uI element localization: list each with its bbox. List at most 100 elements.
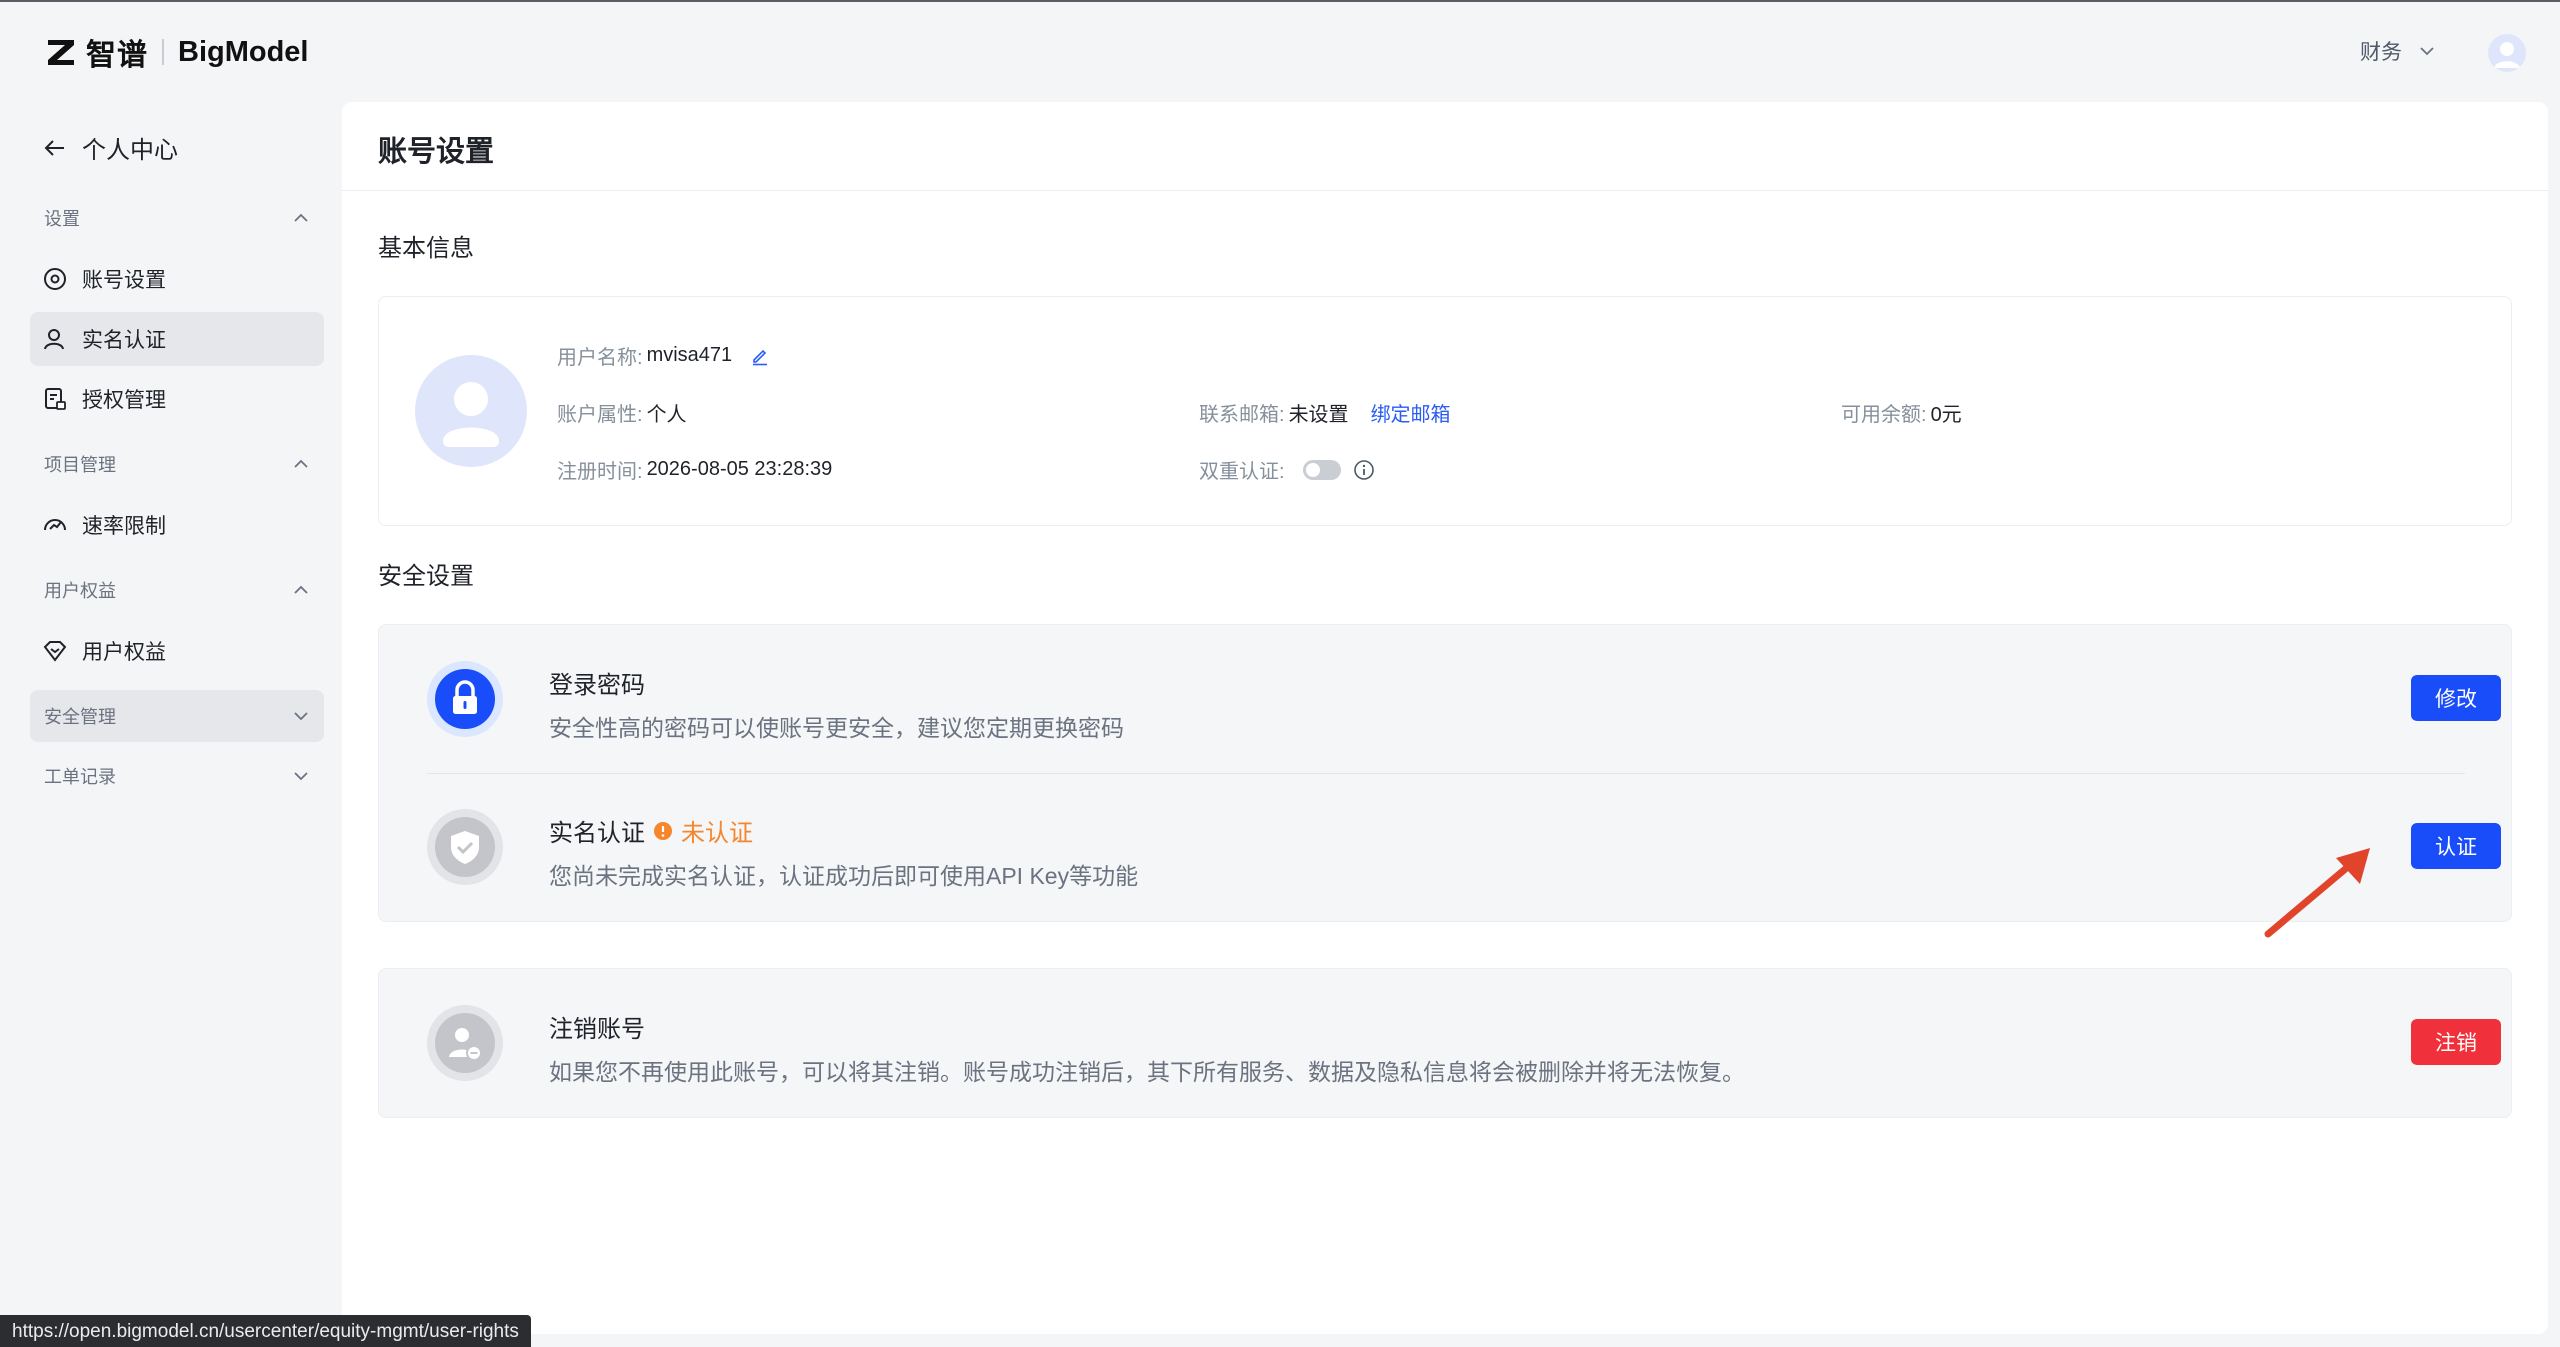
user-remove-icon — [435, 1013, 495, 1073]
register-time-field: 注册时间: 2026-08-05 23:28:39 — [557, 455, 832, 484]
section-ticket-label: 工单记录 — [44, 767, 116, 787]
bind-email-link[interactable]: 绑定邮箱 — [1371, 398, 1451, 427]
realname-title: 实名认证 未认证 — [549, 813, 753, 848]
page-title: 账号设置 — [378, 136, 495, 168]
account-type-value: 个人 — [646, 404, 687, 426]
document-lock-icon — [45, 388, 66, 410]
email-value: 未设置 — [1288, 404, 1349, 426]
password-title: 登录密码 — [549, 672, 645, 699]
chevron-down-icon — [2420, 47, 2434, 56]
section-user-rights-label: 用户权益 — [44, 581, 116, 601]
password-desc: 安全性高的密码可以使账号更安全，建议您定期更换密码 — [549, 715, 1124, 741]
sidebar: 个人中心 设置 账号设置 实名认证 授权管理 项目管理 速率限制 用户权益 用户… — [0, 102, 340, 1347]
main-panel: 账号设置 基本信息 用户名称: mvisa471 账户属性: 个人 注册时间: … — [342, 102, 2548, 1334]
edit-icon[interactable] — [750, 346, 770, 366]
info-icon[interactable] — [1353, 459, 1375, 481]
username-field: 用户名称: mvisa471 — [557, 341, 770, 370]
username-label: 用户名称: — [557, 347, 643, 369]
realname-title-text: 实名认证 — [549, 820, 645, 847]
user-avatar[interactable] — [2488, 34, 2526, 72]
verify-button[interactable]: 认证 — [2411, 823, 2501, 869]
sidebar-item-label: 授权管理 — [82, 389, 166, 412]
twofa-field: 双重认证: — [1199, 455, 1375, 484]
cancel-account-desc: 如果您不再使用此账号，可以将其注销。账号成功注销后，其下所有服务、数据及隐私信息… — [549, 1059, 1745, 1085]
section-project-management[interactable]: 项目管理 — [30, 438, 324, 490]
chevron-up-icon — [294, 459, 308, 468]
chevron-down-icon — [294, 772, 308, 781]
cancel-account-button[interactable]: 注销 — [2411, 1019, 2501, 1065]
sidebar-item-realname[interactable]: 实名认证 — [30, 312, 324, 366]
register-time-value: 2026-08-05 23:28:39 — [646, 458, 833, 480]
title-divider — [342, 190, 2548, 191]
diamond-icon — [43, 641, 67, 662]
user-remove-icon-wrap — [427, 1005, 503, 1081]
brand-divider — [162, 39, 164, 65]
twofa-toggle[interactable] — [1302, 459, 1341, 480]
cancel-account-title: 注销账号 — [549, 1016, 645, 1043]
back-label: 个人中心 — [82, 137, 178, 164]
basic-info-card: 用户名称: mvisa471 账户属性: 个人 注册时间: 2026-08-05… — [378, 296, 2512, 526]
basic-info-title: 基本信息 — [378, 235, 474, 262]
sidebar-item-authorization[interactable]: 授权管理 — [30, 372, 324, 426]
arrow-left-icon — [44, 139, 64, 156]
back-to-personal-center[interactable]: 个人中心 — [42, 130, 178, 165]
cancel-account-card: 注销账号 如果您不再使用此账号，可以将其注销。账号成功注销后，其下所有服务、数据… — [378, 968, 2512, 1118]
register-time-label: 注册时间: — [557, 461, 643, 483]
brand-name-en: BigModel — [178, 35, 309, 68]
shield-check-icon — [435, 817, 495, 877]
password-row: 登录密码 安全性高的密码可以使账号更安全，建议您定期更换密码 修改 — [379, 625, 2511, 773]
user-avatar-icon — [443, 382, 499, 447]
section-user-rights[interactable]: 用户权益 — [30, 564, 324, 616]
email-label: 联系邮箱: — [1199, 404, 1285, 426]
chevron-up-icon — [294, 585, 308, 594]
account-type-label: 账户属性: — [557, 404, 643, 426]
email-field: 联系邮箱: 未设置 绑定邮箱 — [1199, 398, 1451, 427]
username-value: mvisa471 — [646, 344, 733, 366]
realname-desc: 您尚未完成实名认证，认证成功后即可使用API Key等功能 — [549, 863, 1139, 889]
brand-logo[interactable]: 智谱 BigModel — [46, 32, 309, 72]
account-type-field: 账户属性: 个人 — [557, 398, 687, 427]
status-bar-url: https://open.bigmodel.cn/usercenter/equi… — [0, 1315, 531, 1347]
speedometer-icon — [44, 519, 66, 531]
sidebar-item-label: 用户权益 — [82, 641, 166, 664]
realname-row: 实名认证 未认证 您尚未完成实名认证，认证成功后即可使用API Key等功能 认… — [379, 773, 2511, 921]
sidebar-item-label: 速率限制 — [82, 515, 166, 538]
realname-status-badge: 未认证 — [653, 813, 753, 848]
section-settings-label: 设置 — [44, 209, 80, 229]
sidebar-item-label: 实名认证 — [82, 329, 166, 352]
section-security-management[interactable]: 安全管理 — [30, 690, 324, 742]
sidebar-item-label: 账号设置 — [82, 269, 166, 292]
balance-label: 可用余额: — [1841, 404, 1927, 426]
security-settings-title: 安全设置 — [378, 563, 474, 590]
warning-icon — [654, 821, 672, 840]
finance-menu[interactable]: 财务 — [2360, 36, 2436, 66]
cancel-account-row: 注销账号 如果您不再使用此账号，可以将其注销。账号成功注销后，其下所有服务、数据… — [379, 969, 2511, 1117]
section-settings[interactable]: 设置 — [30, 192, 324, 244]
finance-menu-label: 财务 — [2360, 41, 2402, 64]
top-bar: 智谱 BigModel 财务 — [0, 2, 2560, 102]
lock-icon — [435, 669, 495, 729]
user-avatar-icon — [2494, 42, 2520, 68]
shield-icon-wrap — [427, 809, 503, 885]
brand-name-cn: 智谱 — [86, 39, 148, 72]
sidebar-item-account-settings[interactable]: 账号设置 — [30, 252, 324, 306]
realname-status-text: 未认证 — [681, 820, 753, 847]
sidebar-item-rate-limit[interactable]: 速率限制 — [30, 498, 324, 552]
section-project-label: 项目管理 — [44, 455, 116, 475]
twofa-label: 双重认证: — [1199, 461, 1285, 483]
profile-avatar — [415, 355, 527, 467]
balance-value: 0元 — [1930, 404, 1962, 426]
annotation-arrow-icon — [2264, 848, 2370, 938]
section-security-label: 安全管理 — [44, 707, 116, 727]
security-settings-card: 登录密码 安全性高的密码可以使账号更安全，建议您定期更换密码 修改 实名认证 未… — [378, 624, 2512, 922]
user-icon — [44, 329, 64, 350]
lock-icon-wrap — [427, 661, 503, 737]
chevron-down-icon — [294, 712, 308, 721]
chevron-up-icon — [294, 213, 308, 222]
section-ticket-records[interactable]: 工单记录 — [30, 750, 324, 802]
balance-field: 可用余额: 0元 — [1841, 398, 1962, 427]
settings-icon — [44, 268, 66, 290]
change-password-button[interactable]: 修改 — [2411, 675, 2501, 721]
sidebar-item-user-rights[interactable]: 用户权益 — [30, 624, 324, 678]
zhipu-logo-icon — [48, 40, 74, 65]
